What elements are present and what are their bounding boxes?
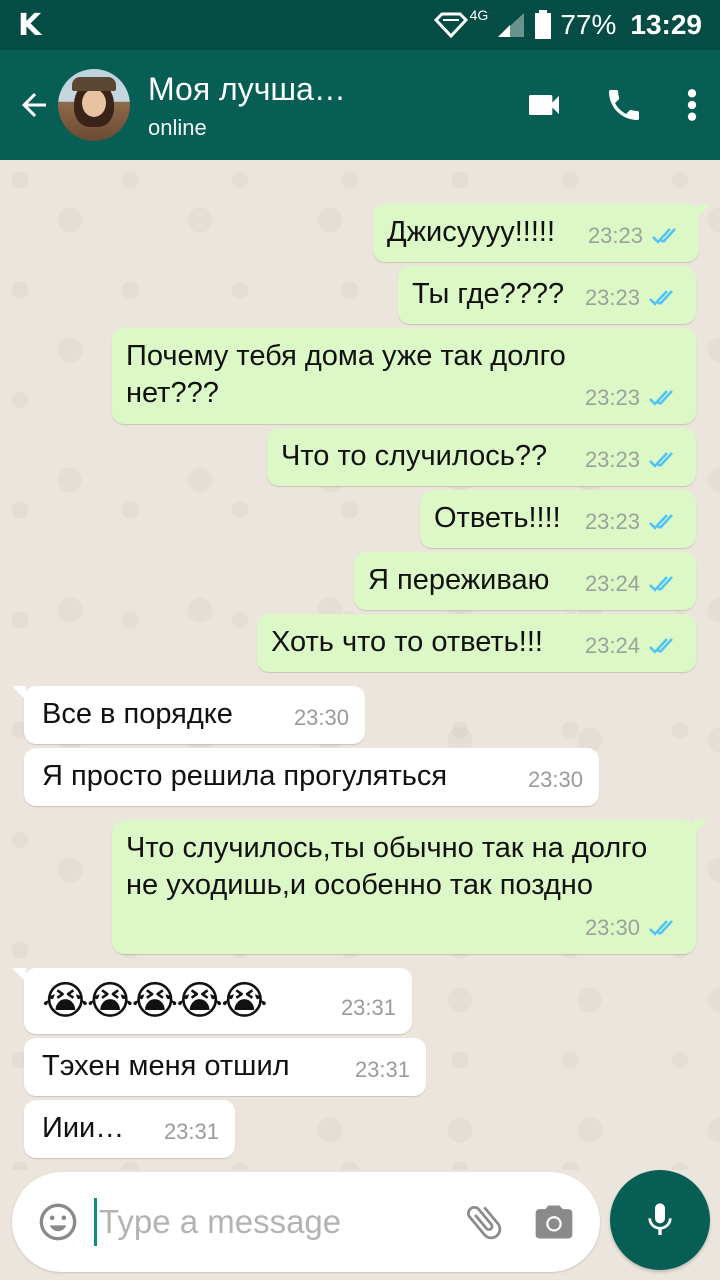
message-bubble[interactable]: Хоть что то ответь!!! 23:24 xyxy=(257,614,696,672)
text-caret xyxy=(94,1198,97,1246)
chat-title: Моя лучша… xyxy=(148,71,346,107)
message-bubble[interactable]: Я переживаю 23:24 xyxy=(354,552,696,610)
more-vert-icon xyxy=(687,89,697,121)
voice-record-button[interactable] xyxy=(610,1170,710,1270)
more-options-button[interactable] xyxy=(684,85,700,125)
camera-icon xyxy=(535,1205,573,1239)
message-time: 23:31 xyxy=(354,1057,410,1082)
message-time: 23:30 xyxy=(293,705,349,730)
read-ticks-icon xyxy=(649,575,673,592)
clock: 13:29 xyxy=(630,9,702,40)
message-time: 23:23 xyxy=(584,285,640,310)
message-time: 23:23 xyxy=(584,385,640,410)
battery-level: 77% xyxy=(560,9,617,40)
network-icon xyxy=(433,12,468,38)
status-indicators: 4G 77% 13:29 xyxy=(433,7,702,41)
message-time: 23:24 xyxy=(584,571,640,596)
chat-status: online xyxy=(148,115,207,140)
message-time: 23:31 xyxy=(340,995,396,1020)
message-bubble[interactable]: Я просто решила прогуляться 23:30 xyxy=(24,748,599,806)
read-ticks-icon xyxy=(649,513,673,530)
read-ticks-icon xyxy=(649,289,673,306)
back-arrow-icon xyxy=(22,93,46,117)
message-bubble[interactable]: 😭😭😭😭😭 23:31 xyxy=(12,968,412,1034)
message-bubble[interactable]: Тэхен меня отшил 23:31 xyxy=(24,1038,426,1096)
message-composer: Type a message xyxy=(12,1172,600,1272)
battery-icon xyxy=(534,10,552,40)
emoji-button[interactable] xyxy=(38,1202,78,1242)
attach-icon xyxy=(467,1206,502,1240)
message-time: 23:31 xyxy=(163,1119,219,1144)
back-button[interactable] xyxy=(4,50,64,160)
read-ticks-icon xyxy=(649,637,673,654)
emoji-icon xyxy=(39,1203,77,1241)
voice-call-button[interactable] xyxy=(604,85,644,125)
network-type: 4G xyxy=(469,7,489,23)
phone-icon xyxy=(609,90,639,120)
status-bar: K 4G 77% 13:29 xyxy=(0,0,720,50)
read-ticks-icon xyxy=(649,919,673,936)
message-time: 23:23 xyxy=(584,509,640,534)
message-list[interactable]: Джисуууу!!!!! 23:23 Ты где???? 23:23 Поч… xyxy=(0,160,720,1170)
message-input[interactable]: Type a message xyxy=(99,1203,462,1241)
message-bubble[interactable]: Иии… 23:31 xyxy=(24,1100,235,1158)
read-ticks-icon xyxy=(649,389,673,406)
chat-header: Моя лучша… online xyxy=(0,50,720,160)
mic-icon xyxy=(648,1203,672,1235)
message-time: 23:24 xyxy=(584,633,640,658)
message-time: 23:30 xyxy=(584,915,640,940)
message-bubble[interactable]: Джисуууу!!!!! 23:23 xyxy=(373,204,711,262)
message-bubble[interactable]: Что то случилось?? 23:23 xyxy=(267,428,696,486)
message-time: 23:23 xyxy=(584,447,640,472)
read-ticks-icon xyxy=(649,451,673,468)
message-bubble[interactable]: Ты где???? 23:23 xyxy=(398,266,696,324)
video-call-button[interactable] xyxy=(524,85,564,125)
attach-button[interactable] xyxy=(462,1200,506,1244)
video-call-icon xyxy=(529,95,559,115)
message-text: Я просто решила прогуляться xyxy=(42,760,448,792)
read-ticks-icon xyxy=(652,227,676,244)
message-bubble[interactable]: Ответь!!!! 23:23 xyxy=(420,490,696,548)
avatar[interactable] xyxy=(58,69,130,141)
message-time: 23:23 xyxy=(587,223,643,248)
message-text: Что случилось,ты обычно так на долго не … xyxy=(126,832,648,901)
message-time: 23:30 xyxy=(527,767,583,792)
message-bubble[interactable]: Почему тебя дома уже так долго нет??? 23… xyxy=(112,328,696,424)
message-bubble[interactable]: Все в порядке 23:30 xyxy=(12,686,365,744)
message-bubble[interactable]: Что случилось,ты обычно так на долго не … xyxy=(112,820,708,954)
signal-icon xyxy=(496,11,526,39)
camera-button[interactable] xyxy=(532,1200,576,1244)
carrier-logo: K xyxy=(18,7,42,43)
contact-info[interactable]: Моя лучша… online xyxy=(148,69,524,141)
